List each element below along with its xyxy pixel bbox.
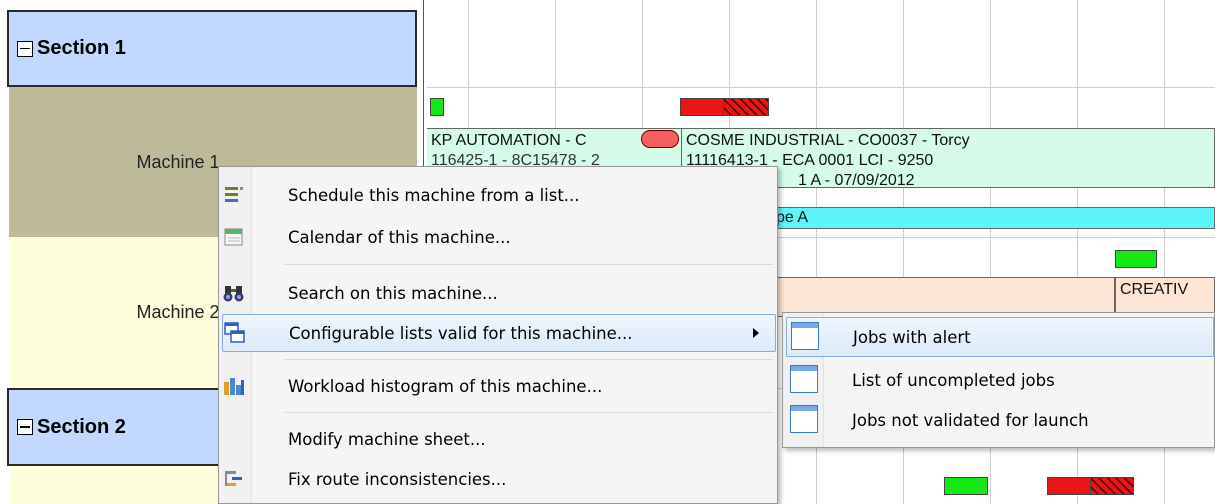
menu-item-fix-route[interactable]: Fix route inconsistencies... [222, 461, 774, 497]
list-window-icon [791, 322, 821, 352]
job-title: KP AUTOMATION - C [431, 132, 587, 149]
menu-item-label: Fix route inconsistencies... [288, 469, 507, 489]
menu-item-label: Calendar of this machine... [288, 227, 511, 247]
menu-item-label: Configurable lists valid for this machin… [289, 323, 633, 343]
submenu-item-jobs-with-alert[interactable]: Jobs with alert [786, 317, 1214, 357]
submenu-item-jobs-not-validated[interactable]: Jobs not validated for launch [786, 401, 1212, 439]
job-block[interactable]: CREATIV [1115, 277, 1215, 317]
task-bar[interactable] [944, 477, 988, 495]
menu-item-search[interactable]: Search on this machine... [222, 275, 774, 311]
menu-item-schedule-from-list[interactable]: Schedule this machine from a list... [222, 177, 774, 213]
binoculars-icon [222, 281, 246, 305]
histogram-icon [222, 374, 246, 398]
section-1-label: Section 1 [37, 37, 126, 59]
job-date: 1 A - 07/09/2012 [798, 172, 915, 188]
context-menu: Schedule this machine from a list... Cal… [218, 166, 778, 504]
collapse-icon[interactable] [17, 40, 33, 57]
task-bar-hatched[interactable] [723, 98, 769, 116]
alert-marker[interactable] [641, 130, 679, 148]
route-icon [222, 467, 246, 491]
job-title: CREATIV [1120, 281, 1189, 298]
menu-item-calendar[interactable]: Calendar of this machine... [222, 219, 774, 255]
task-bar[interactable] [680, 98, 724, 116]
collapse-icon[interactable] [17, 419, 33, 435]
submenu-item-label: Jobs with alert [853, 327, 971, 347]
task-bar-hatched[interactable] [1090, 477, 1134, 495]
section-2-label: Section 2 [37, 415, 126, 438]
submenu-arrow-icon [753, 328, 759, 338]
submenu-item-label: Jobs not validated for launch [852, 410, 1089, 430]
menu-item-configurable-lists[interactable]: Configurable lists valid for this machin… [222, 314, 776, 352]
menu-item-label: Workload histogram of this machine... [288, 376, 603, 396]
machine-1-label: Machine 1 [136, 151, 220, 172]
submenu-item-uncompleted-jobs[interactable]: List of uncompleted jobs [786, 361, 1212, 399]
submenu-item-label: List of uncompleted jobs [852, 370, 1055, 390]
section-1-header[interactable]: Section 1 [7, 10, 417, 87]
machine-2-label: Machine 2 [136, 301, 220, 322]
windows-icon [223, 321, 247, 345]
task-bar[interactable] [1115, 250, 1157, 268]
submenu-configurable-lists: Jobs with alert List of uncompleted jobs… [782, 312, 1215, 448]
list-lines-icon [222, 183, 246, 207]
menu-item-label: Modify machine sheet... [288, 429, 486, 449]
task-bar[interactable] [1047, 477, 1091, 495]
menu-item-label: Schedule this machine from a list... [288, 185, 580, 205]
task-bar[interactable] [430, 98, 444, 116]
menu-item-workload-histogram[interactable]: Workload histogram of this machine... [222, 368, 774, 404]
list-window-icon [790, 405, 820, 435]
menu-item-modify-machine-sheet[interactable]: Modify machine sheet... [222, 421, 774, 457]
job-title: COSME INDUSTRIAL - CO0037 - Torcy [686, 132, 970, 149]
calendar-icon [222, 225, 246, 249]
menu-item-label: Search on this machine... [288, 283, 498, 303]
list-window-icon [790, 365, 820, 395]
